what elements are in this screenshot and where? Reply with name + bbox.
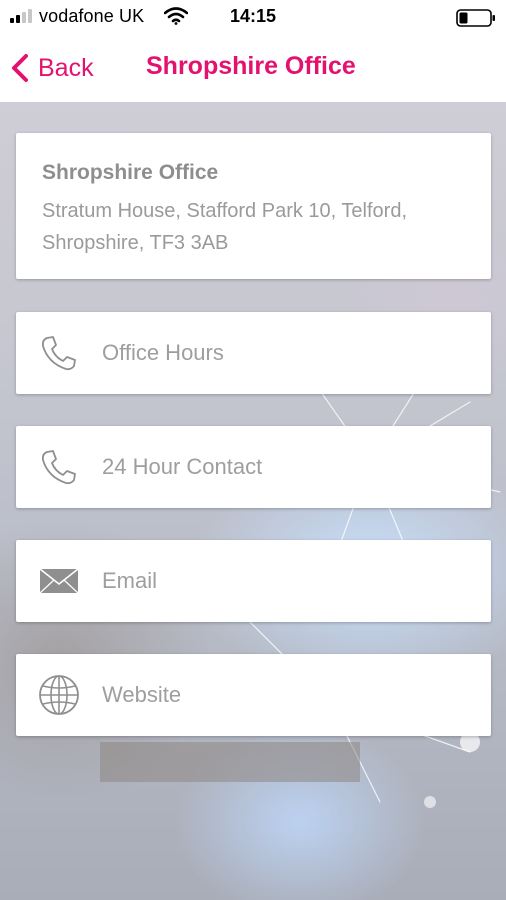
page-title: Shropshire Office [146, 52, 356, 80]
navigation-bar: Back Shropshire Office [0, 34, 506, 102]
back-button-label: Back [38, 53, 94, 82]
chevron-left-icon [12, 54, 28, 82]
globe-icon [39, 675, 79, 715]
website-label: Website [102, 682, 182, 707]
office-address: Stratum House, Stafford Park 10, Telford… [42, 200, 407, 254]
24-hour-contact-label: 24 Hour Contact [102, 454, 263, 479]
office-hours-label: Office Hours [102, 340, 224, 365]
app-screen: vodafone UK 14:15 Back Shropshire Office [0, 0, 506, 900]
24-hour-contact-button[interactable]: 24 Hour Contact [16, 426, 491, 508]
website-button[interactable]: Website [16, 654, 491, 736]
status-bar: vodafone UK 14:15 [0, 0, 506, 34]
phone-icon [41, 336, 76, 371]
office-name: Shropshire Office [42, 161, 219, 184]
envelope-icon [39, 568, 79, 594]
phone-icon [41, 450, 76, 485]
back-button[interactable]: Back [10, 48, 94, 88]
email-label: Email [102, 568, 158, 593]
battery-icon [456, 9, 495, 27]
status-time: 14:15 [229, 6, 277, 26]
office-hours-button[interactable]: Office Hours [16, 312, 491, 394]
email-button[interactable]: Email [16, 540, 491, 622]
office-info-card: Shropshire Office Stratum House, Staffor… [16, 133, 491, 279]
